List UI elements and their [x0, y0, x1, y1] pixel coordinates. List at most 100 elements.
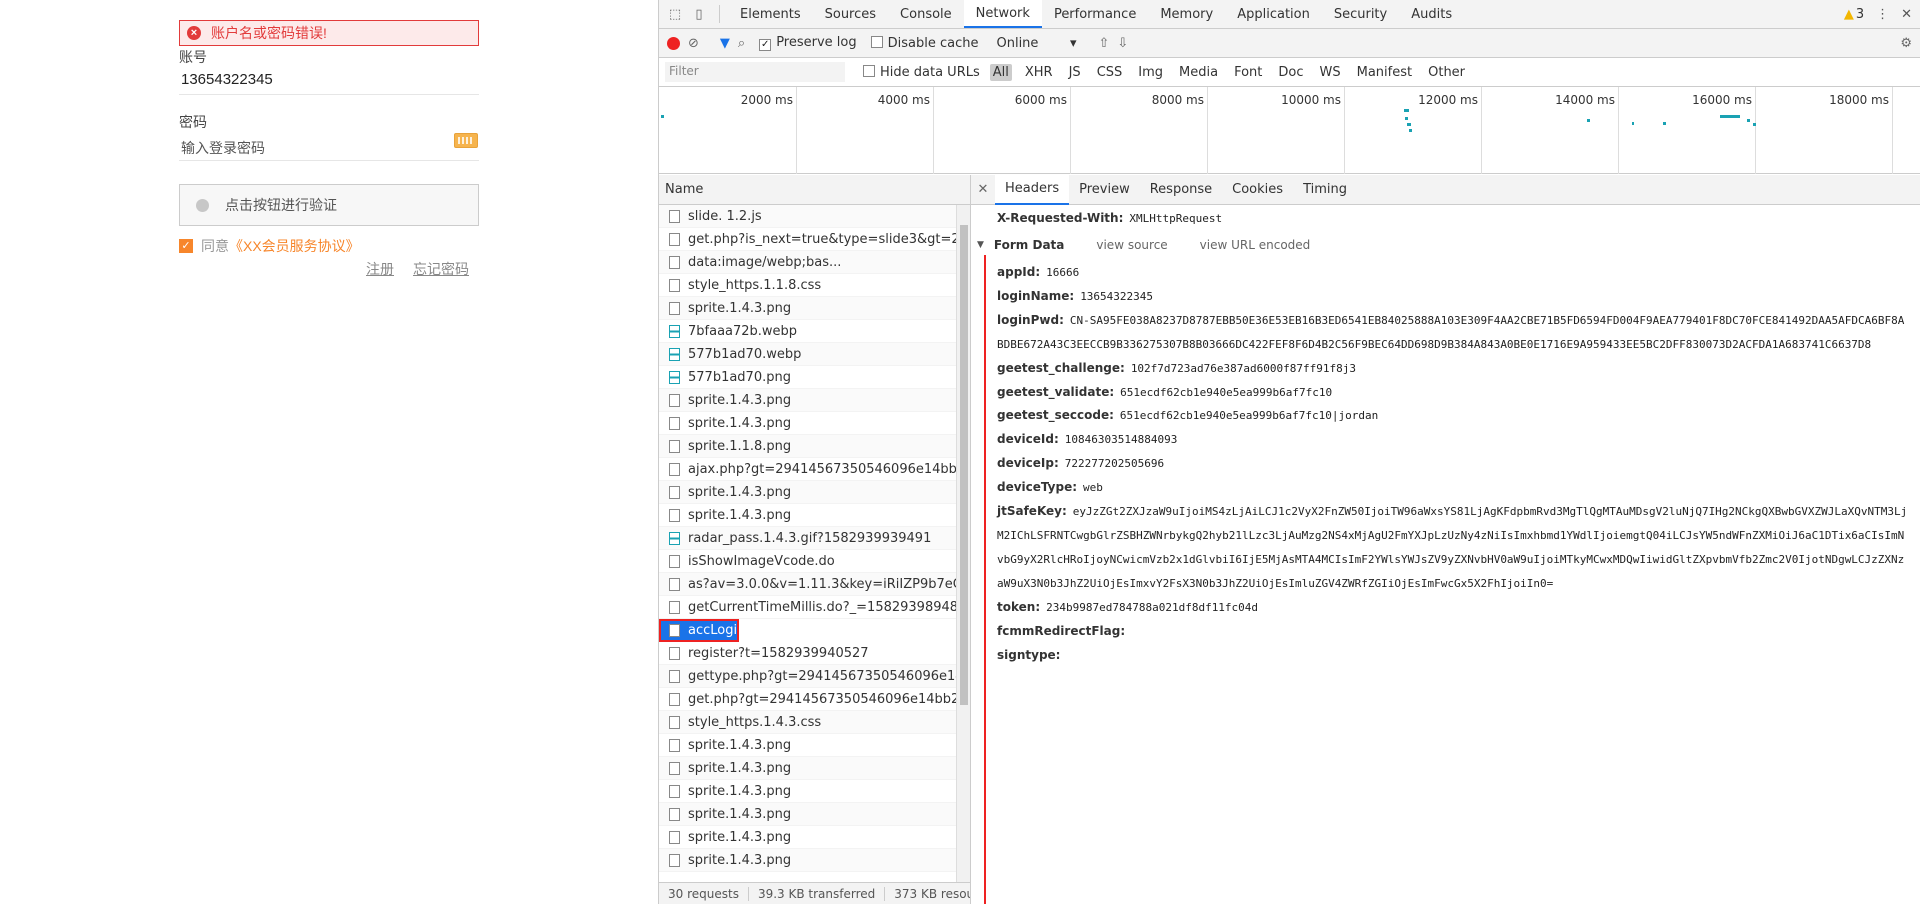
timeline-overview[interactable]: 2000 ms 4000 ms 6000 ms 8000 ms 10000 ms… — [659, 87, 1920, 174]
request-row[interactable]: slide. 1.2.js — [659, 205, 956, 228]
request-row[interactable]: ajax.php?gt=29414567350546096e14bb2bc63 — [659, 458, 956, 481]
captcha-verify-button[interactable]: 点击按钮进行验证 — [179, 184, 479, 226]
preserve-log-option[interactable]: ✓ Preserve log — [759, 35, 857, 51]
register-link[interactable]: 注册 — [366, 259, 394, 279]
request-row[interactable]: 7bfaaa72b.webp — [659, 320, 956, 343]
request-row[interactable]: sprite.1.4.3.png — [659, 389, 956, 412]
gear-icon[interactable]: ⚙ — [1900, 36, 1912, 51]
filter-icon[interactable]: ▼ — [720, 36, 730, 51]
inspect-icon[interactable]: ⬚ — [663, 0, 687, 28]
password-label: 密码 — [179, 114, 207, 130]
timeline-tick: 6000 ms — [1015, 87, 1071, 174]
request-row[interactable]: as?av=3.0.0&v=1.11.3&key=iRiIZP9b7eQ&ref… — [659, 573, 956, 596]
request-row[interactable]: register?t=1582939940527 — [659, 642, 956, 665]
close-devtools-icon[interactable]: ✕ — [1901, 7, 1912, 22]
request-row[interactable]: isShowImageVcode.do — [659, 550, 956, 573]
request-row[interactable]: data:image/webp;bas... — [659, 251, 956, 274]
request-row[interactable]: 577b1ad70.png — [659, 366, 956, 389]
filter-type-js[interactable]: JS — [1066, 64, 1084, 81]
tab-application[interactable]: Application — [1225, 0, 1322, 28]
record-icon[interactable] — [667, 36, 680, 50]
request-row[interactable]: sprite.1.4.3.png — [659, 481, 956, 504]
form-value: CN-SA95FE038A8237D8787EBB50E36E53EB16B3E… — [997, 313, 1905, 351]
headers-content: X-Requested-With: XMLHttpRequest ▼ Form D… — [971, 205, 1920, 904]
form-data-row: geetest_validate: 651ecdf62cb1e940e5ea999… — [997, 381, 1910, 405]
view-url-encoded-link[interactable]: view URL encoded — [1200, 238, 1311, 252]
forgot-password-link[interactable]: 忘记密码 — [413, 259, 469, 279]
tab-console[interactable]: Console — [888, 0, 964, 28]
disable-cache-option[interactable]: Disable cache — [870, 35, 978, 51]
verify-text: 点击按钮进行验证 — [225, 197, 337, 213]
filter-type-all[interactable]: All — [989, 63, 1012, 81]
filter-type-font[interactable]: Font — [1231, 64, 1265, 81]
tab-network[interactable]: Network — [963, 0, 1042, 28]
tab-timing[interactable]: Timing — [1293, 175, 1357, 205]
import-har-icon[interactable]: ⇧ — [1098, 36, 1109, 51]
network-status-bar: 30 requests 39.3 KB transferred 373 KB r… — [659, 882, 970, 904]
more-menu-icon[interactable]: ⋮ — [1876, 7, 1889, 22]
password-input[interactable]: 输入登录密码 — [181, 138, 265, 158]
request-row[interactable]: getCurrentTimeMillis.do?_=1582939894869 — [659, 596, 956, 619]
tab-sources[interactable]: Sources — [813, 0, 888, 28]
search-icon[interactable]: ⌕ — [738, 36, 745, 51]
request-row[interactable]: style_https.1.1.8.css — [659, 274, 956, 297]
filter-input[interactable]: Filter — [665, 62, 845, 82]
tab-elements[interactable]: Elements — [728, 0, 813, 28]
filter-type-other[interactable]: Other — [1425, 64, 1468, 81]
keyboard-icon[interactable] — [454, 133, 478, 148]
clear-icon[interactable]: ⊘ — [688, 36, 699, 51]
request-row[interactable]: sprite.1.4.3.png — [659, 826, 956, 849]
device-toolbar-icon[interactable]: ▯ — [687, 0, 711, 28]
request-row[interactable]: 577b1ad70.webp — [659, 343, 956, 366]
filter-type-manifest[interactable]: Manifest — [1354, 64, 1415, 81]
request-row[interactable]: sprite.1.4.3.png — [659, 297, 956, 320]
tab-performance[interactable]: Performance — [1042, 0, 1148, 28]
agreement-link[interactable]: 《XX会员服务协议》 — [229, 236, 360, 256]
tab-preview[interactable]: Preview — [1069, 175, 1140, 205]
request-row[interactable]: style_https.1.4.3.css — [659, 711, 956, 734]
filter-type-ws[interactable]: WS — [1317, 64, 1344, 81]
request-row[interactable]: gettype.php?gt=29414567350546096e14bb2..… — [659, 665, 956, 688]
tab-audits[interactable]: Audits — [1399, 0, 1464, 28]
request-row[interactable]: sprite.1.4.3.png — [659, 412, 956, 435]
hide-data-urls-checkbox[interactable] — [863, 64, 875, 77]
filter-type-xhr[interactable]: XHR — [1022, 64, 1056, 81]
hide-data-urls-option[interactable]: Hide data URLs — [863, 64, 980, 80]
request-row[interactable]: radar_pass.1.4.3.gif?1582939939491 — [659, 527, 956, 550]
throttle-select[interactable]: Online ▾ — [996, 36, 1076, 51]
request-name: sprite.1.4.3.png — [688, 415, 792, 431]
request-row[interactable]: sprite.1.4.3.png — [659, 504, 956, 527]
form-data-section[interactable]: ▼ Form Data view source view URL encoded — [977, 238, 1310, 252]
view-source-link[interactable]: view source — [1096, 238, 1167, 252]
filter-type-media[interactable]: Media — [1176, 64, 1221, 81]
request-row[interactable]: get.php?is_next=true&type=slide3&gt=2941… — [659, 228, 956, 251]
agree-checkbox[interactable]: ✓ — [179, 239, 193, 253]
warnings-badge[interactable]: ▲ 3 — [1844, 7, 1864, 22]
name-column-header[interactable]: Name — [659, 175, 970, 205]
export-har-icon[interactable]: ⇩ — [1117, 36, 1128, 51]
form-key: loginName: — [997, 288, 1075, 303]
close-detail-icon[interactable]: ✕ — [971, 182, 995, 197]
file-icon — [669, 485, 680, 499]
filter-type-css[interactable]: CSS — [1094, 64, 1126, 81]
request-row[interactable]: sprite.1.4.3.png — [659, 780, 956, 803]
request-list-scrollbar[interactable] — [956, 205, 970, 882]
request-row[interactable]: sprite.1.4.3.png — [659, 734, 956, 757]
request-row[interactable]: get.php?gt=29414567350546096e14bb2bc63..… — [659, 688, 956, 711]
request-row[interactable]: sprite.1.4.3.png — [659, 849, 956, 872]
tab-security[interactable]: Security — [1322, 0, 1399, 28]
request-row[interactable]: sprite.1.4.3.png — [659, 757, 956, 780]
file-icon — [669, 439, 680, 453]
request-row[interactable]: sprite.1.4.3.png — [659, 803, 956, 826]
request-row[interactable]: accLoginPC.do — [659, 619, 783, 642]
tab-memory[interactable]: Memory — [1148, 0, 1225, 28]
filter-type-img[interactable]: Img — [1135, 64, 1166, 81]
request-row[interactable]: sprite.1.1.8.png — [659, 435, 956, 458]
filter-type-doc[interactable]: Doc — [1275, 64, 1306, 81]
tab-headers[interactable]: Headers — [995, 174, 1070, 205]
preserve-log-checkbox[interactable]: ✓ — [759, 39, 772, 51]
account-input[interactable]: 13654322345 — [181, 71, 273, 88]
disable-cache-checkbox[interactable] — [870, 35, 883, 48]
tab-response[interactable]: Response — [1140, 175, 1222, 205]
tab-cookies[interactable]: Cookies — [1222, 175, 1293, 205]
